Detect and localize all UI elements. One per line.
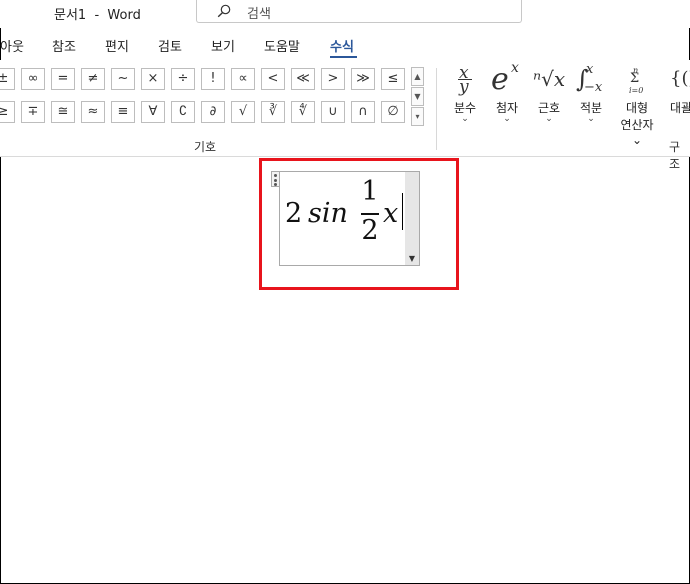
large-operator-icon-sigma: Σ (630, 71, 640, 86)
large-operator-label-2-text: 연산자 (620, 118, 654, 132)
tab-review[interactable]: 검토 (158, 36, 182, 55)
symbol-button[interactable]: ∜ (291, 101, 315, 123)
bracket-label: 대괄 (670, 101, 690, 115)
gallery-expand-button[interactable]: ▾ (411, 107, 424, 126)
large-operator-label-2: 연산자 ⌄ (620, 118, 654, 147)
script-icon-sup: x (511, 60, 519, 76)
symbol-button[interactable]: ≅ (51, 101, 75, 123)
equation-denominator: 2 (361, 215, 379, 246)
large-operator-icon-bottom: i=0 (629, 86, 644, 95)
integral-button[interactable]: ∫ x −x 적분 ⌄ (568, 62, 614, 132)
tab-mailings[interactable]: 편지 (105, 36, 129, 55)
handle-dot (274, 179, 277, 182)
symbol-button[interactable]: = (51, 68, 75, 90)
symbol-button[interactable]: ∁ (171, 101, 195, 123)
symbol-button[interactable]: > (321, 68, 345, 90)
symbol-button[interactable]: ≥ (0, 101, 15, 123)
equation-variable: x (383, 198, 399, 229)
tab-references[interactable]: 참조 (52, 36, 76, 55)
symbol-button[interactable]: ≠ (81, 68, 105, 90)
large-operator-label: 대형 (625, 101, 649, 115)
symbol-button[interactable]: ∛ (261, 101, 285, 123)
search-icon (217, 4, 231, 18)
fraction-icon-bottom: y (459, 77, 469, 97)
symbol-button[interactable]: < (261, 68, 285, 90)
equation-coefficient: 2 (285, 198, 303, 229)
symbols-gallery-scroller: ▲ ▼ ▾ (411, 67, 425, 127)
symbol-button[interactable]: ~ (111, 68, 135, 90)
chevron-down-icon: ⌄ (503, 114, 511, 124)
symbol-button[interactable]: ∀ (141, 101, 165, 123)
integral-icon-sub: −x (584, 80, 603, 95)
radical-icon-glyph: ⁿ√x (533, 67, 566, 91)
symbols-group-label: 기호 (194, 140, 217, 154)
integral-icon-sup: x (586, 62, 594, 77)
handle-dot (274, 174, 277, 177)
bracket-icon: {() (662, 62, 690, 102)
chevron-down-icon: ⌄ (545, 114, 553, 124)
search-box[interactable]: 검색 (196, 0, 522, 23)
symbol-button[interactable]: ≈ (81, 101, 105, 123)
symbol-button[interactable]: × (141, 68, 165, 90)
search-placeholder: 검색 (247, 7, 271, 22)
document-title: 문서1 - Word (54, 8, 141, 23)
tab-view[interactable]: 보기 (211, 36, 235, 55)
radical-button[interactable]: ⁿ√x 근호 ⌄ (526, 62, 572, 132)
symbol-button[interactable]: ∪ (321, 101, 345, 123)
tab-equation[interactable]: 수식 (330, 36, 354, 55)
equation-function: sin (308, 198, 348, 229)
symbol-button[interactable]: ∞ (21, 68, 45, 90)
fraction-button[interactable]: x y 분수 ⌄ (442, 62, 488, 132)
large-operator-icon: n Σ i=0 (614, 62, 660, 102)
gallery-scroll-up-button[interactable]: ▲ (411, 67, 424, 86)
fraction-icon: x y (442, 62, 488, 102)
integral-icon: ∫ x −x (568, 62, 614, 102)
equation-numerator: 1 (361, 176, 379, 207)
symbol-button[interactable]: ≫ (351, 68, 375, 90)
symbol-button[interactable]: ∅ (381, 101, 405, 123)
gallery-scroll-down-button[interactable]: ▼ (411, 87, 424, 106)
handle-dot (274, 183, 277, 186)
symbol-button[interactable]: ÷ (171, 68, 195, 90)
large-operator-button[interactable]: n Σ i=0 대형 연산자 ⌄ (614, 62, 660, 147)
equation-options-bar[interactable] (405, 172, 419, 265)
text-cursor (402, 193, 403, 230)
title-bar: 문서1 - Word 검색 (0, 0, 690, 28)
symbol-button[interactable]: ∝ (231, 68, 255, 90)
radical-icon: ⁿ√x (526, 62, 572, 102)
script-icon-base: e (491, 62, 509, 97)
symbol-button[interactable]: ∂ (201, 101, 225, 123)
script-icon: e x (484, 60, 530, 102)
structures-group-label: 구조 (669, 140, 681, 171)
symbol-button[interactable]: ≪ (291, 68, 315, 90)
equation-options-arrow-icon[interactable]: ▼ (405, 254, 419, 264)
active-tab-indicator (330, 56, 357, 58)
tab-help[interactable]: 도움말 (264, 36, 300, 55)
tab-layout[interactable]: 아웃 (0, 36, 24, 55)
symbol-button[interactable]: ∓ (21, 101, 45, 123)
script-button[interactable]: e x 첨자 ⌄ (484, 60, 530, 132)
bracket-icon-glyph: {() (670, 68, 690, 89)
symbol-button[interactable]: ! (201, 68, 225, 90)
symbol-button[interactable]: ≤ (381, 68, 405, 90)
symbol-button[interactable]: ∩ (351, 101, 375, 123)
symbol-button[interactable]: ≡ (111, 101, 135, 123)
chevron-down-icon: ⌄ (587, 114, 595, 124)
symbol-button[interactable]: √ (231, 101, 255, 123)
bracket-button[interactable]: {() 대괄 (662, 62, 690, 132)
group-separator (436, 68, 437, 150)
symbol-button[interactable]: ± (0, 68, 15, 90)
chevron-down-icon: ⌄ (461, 114, 469, 124)
